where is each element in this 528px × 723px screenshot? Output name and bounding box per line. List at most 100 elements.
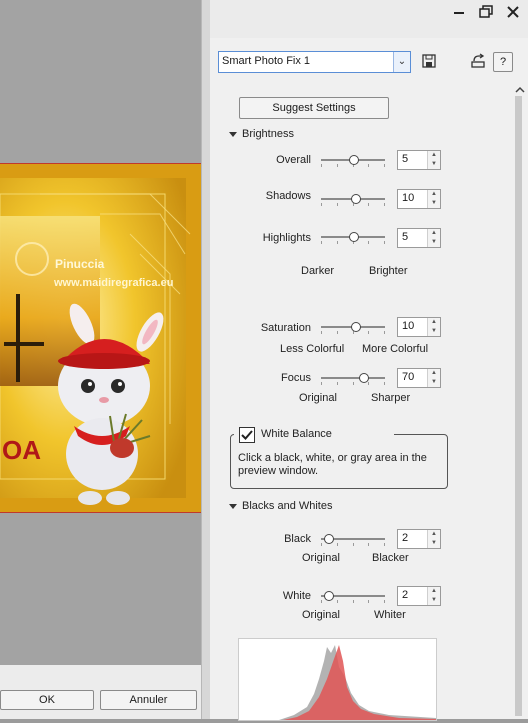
black-label: Black [284, 533, 311, 545]
black-spinner[interactable]: 2 ▲ ▼ [397, 529, 441, 549]
slider-tick [368, 600, 369, 603]
sharper-caption: Sharper [371, 392, 411, 404]
scrollbar-thumb[interactable] [515, 96, 522, 716]
preview-image[interactable]: Pinuccia www.maidiregrafica.eu OA [0, 163, 201, 513]
slider-tick [321, 164, 322, 167]
cancel-button[interactable]: Annuler [100, 690, 197, 710]
slider-tick [353, 600, 354, 603]
shadows-label: Shadows [265, 190, 311, 202]
spin-arrows-icon[interactable]: ▲ ▼ [427, 369, 440, 387]
slider-tick [368, 331, 369, 334]
shadows-slider[interactable] [321, 191, 385, 207]
blacks-whites-section-toggle[interactable]: Blacks and Whites [229, 500, 332, 512]
blacks-whites-title: Blacks and Whites [242, 500, 333, 512]
collapse-triangle-icon [229, 131, 237, 137]
close-icon[interactable] [506, 5, 520, 19]
suggest-settings-button[interactable]: Suggest Settings [239, 97, 389, 119]
slider-thumb[interactable] [324, 534, 334, 544]
less-colorful-caption: Less Colorful [280, 343, 345, 355]
spin-arrows-icon[interactable]: ▲ ▼ [427, 229, 440, 247]
white-balance-label[interactable]: White Balance [261, 428, 332, 440]
focus-original-caption: Original [299, 392, 337, 404]
white-value: 2 [402, 589, 409, 601]
saturation-spinner[interactable]: 10 ▲ ▼ [397, 317, 441, 337]
spin-arrows-icon[interactable]: ▲ ▼ [427, 151, 440, 169]
brightness-section-toggle[interactable]: Brightness [229, 128, 294, 140]
slider-tick [368, 241, 369, 244]
slider-tick [384, 241, 385, 244]
slider-tick [368, 164, 369, 167]
histogram [238, 638, 437, 721]
slider-track[interactable] [321, 377, 385, 379]
spin-arrows-icon[interactable]: ▲ ▼ [427, 587, 440, 605]
slider-tick [384, 382, 385, 385]
slider-tick [368, 382, 369, 385]
preview-artwork: Pinuccia www.maidiregrafica.eu OA [0, 164, 201, 512]
histogram-graph [279, 645, 436, 720]
slider-tick [321, 331, 322, 334]
spin-arrows-icon[interactable]: ▲ ▼ [427, 190, 440, 208]
chevron-down-icon[interactable]: ⌄ [393, 52, 410, 72]
collapse-triangle-icon [229, 503, 237, 509]
black-original-caption: Original [302, 552, 340, 564]
brightness-title: Brightness [242, 128, 294, 140]
whiter-caption: Whiter [374, 609, 406, 621]
white-spinner[interactable]: 2 ▲ ▼ [397, 586, 441, 606]
brighter-caption: Brighter [369, 265, 408, 277]
slider-tick [321, 543, 322, 546]
more-colorful-caption: More Colorful [362, 343, 429, 355]
watermark-url: www.maidiregrafica.eu [53, 277, 173, 289]
white-original-caption: Original [302, 609, 340, 621]
ok-button[interactable]: OK [0, 690, 94, 710]
overall-spinner[interactable]: 5 ▲ ▼ [397, 150, 441, 170]
saturation-value: 10 [402, 320, 415, 332]
scroll-up-icon[interactable] [512, 84, 528, 96]
spin-arrows-icon[interactable]: ▲ ▼ [427, 530, 440, 548]
preset-dropdown[interactable]: Smart Photo Fix 1 ⌄ [218, 51, 411, 73]
focus-label: Focus [281, 372, 311, 384]
white-label: White [282, 590, 311, 602]
focus-slider[interactable] [321, 370, 385, 386]
black-slider[interactable] [321, 531, 385, 547]
restore-icon[interactable] [479, 5, 493, 19]
slider-tick [353, 543, 354, 546]
blacker-caption: Blacker [372, 552, 409, 564]
slider-tick [321, 600, 322, 603]
highlights-slider[interactable] [321, 229, 385, 245]
darker-caption: Darker [301, 265, 335, 277]
save-preset-icon[interactable] [421, 53, 437, 69]
slider-thumb[interactable] [351, 194, 361, 204]
help-button[interactable]: ? [493, 52, 513, 72]
shadows-spinner[interactable]: 10 ▲ ▼ [397, 189, 441, 209]
shadows-value: 10 [402, 192, 415, 204]
minimize-icon[interactable] [453, 6, 465, 18]
slider-thumb[interactable] [324, 591, 334, 601]
white-balance-checkbox[interactable] [239, 427, 255, 443]
overall-value: 5 [402, 153, 409, 165]
overall-label: Overall [276, 154, 311, 166]
slider-thumb[interactable] [351, 322, 361, 332]
slider-tick [384, 203, 385, 206]
slider-thumb[interactable] [349, 155, 359, 165]
highlights-spinner[interactable]: 5 ▲ ▼ [397, 228, 441, 248]
slider-tick [368, 203, 369, 206]
overall-slider[interactable] [321, 152, 385, 168]
slider-tick [384, 600, 385, 603]
white-slider[interactable] [321, 588, 385, 604]
slider-thumb[interactable] [349, 232, 359, 242]
slider-tick [337, 203, 338, 206]
slider-tick [384, 543, 385, 546]
slider-tick [337, 241, 338, 244]
saturation-slider[interactable] [321, 319, 385, 335]
slider-tick [384, 331, 385, 334]
slider-tick [384, 164, 385, 167]
spin-arrows-icon[interactable]: ▲ ▼ [427, 318, 440, 336]
slider-tick [337, 600, 338, 603]
focus-spinner[interactable]: 70 ▲ ▼ [397, 368, 441, 388]
reset-icon[interactable] [469, 53, 487, 69]
slider-thumb[interactable] [359, 373, 369, 383]
preset-value: Smart Photo Fix 1 [222, 55, 311, 67]
panel-scrollbar[interactable] [512, 82, 528, 719]
slider-tick [337, 164, 338, 167]
banner-text: OA [2, 435, 41, 465]
